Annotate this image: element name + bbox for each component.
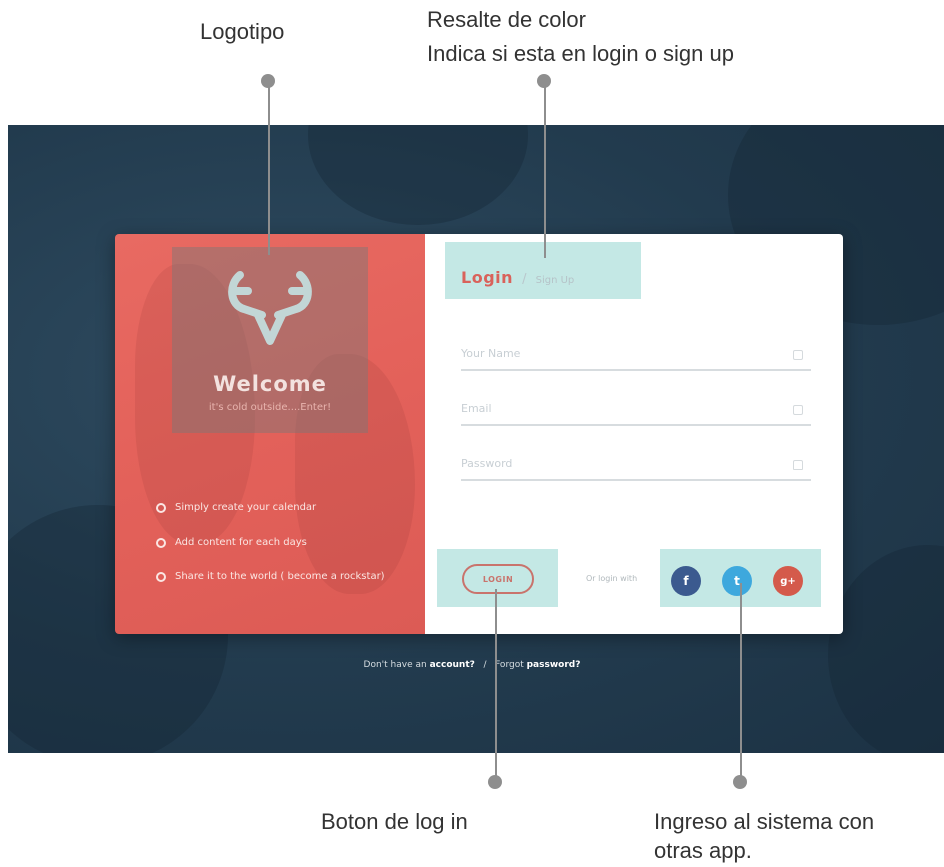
- login-button[interactable]: LOGIN: [462, 564, 534, 594]
- annotation-leader-line: [268, 80, 270, 255]
- feature-item: Share it to the world ( become a rocksta…: [156, 571, 385, 582]
- deer-antler-logo-icon: [228, 271, 312, 345]
- feature-text: Add content for each days: [175, 537, 307, 548]
- envelope-icon: [793, 405, 803, 415]
- name-field[interactable]: Your Name: [461, 347, 811, 371]
- tab-signup[interactable]: Sign Up: [536, 275, 575, 286]
- annotation-leader-line: [544, 80, 546, 258]
- forgot-text: Forgot: [495, 660, 524, 670]
- annotation-social-label-line1: Ingreso al sistema con: [654, 809, 875, 834]
- circle-bullet-icon: [156, 571, 166, 582]
- feature-item: Add content for each days: [156, 537, 307, 548]
- footer-separator: /: [483, 660, 487, 670]
- circle-bullet-icon: [156, 502, 166, 513]
- email-field[interactable]: Email: [461, 402, 811, 426]
- tab-login[interactable]: Login: [461, 268, 513, 287]
- annotation-dot: [488, 775, 502, 789]
- feature-text: Share it to the world ( become a rocksta…: [175, 571, 385, 582]
- welcome-heading: Welcome: [213, 372, 327, 396]
- account-link[interactable]: account?: [430, 660, 475, 670]
- welcome-tagline: it's cold outside....Enter!: [208, 402, 332, 413]
- facebook-login-button[interactable]: f: [671, 566, 701, 596]
- google-plus-login-button[interactable]: g+: [773, 566, 803, 596]
- twitter-login-button[interactable]: t: [722, 566, 752, 596]
- annotation-dot: [733, 775, 747, 789]
- annotation-login-button-label: Boton de log in: [321, 809, 468, 834]
- annotation-leader-line: [495, 589, 497, 782]
- twitter-icon: t: [734, 574, 740, 588]
- password-placeholder: Password: [461, 457, 513, 470]
- auth-tabs: Login / Sign Up: [461, 268, 574, 287]
- feature-text: Simply create your calendar: [175, 502, 317, 513]
- circle-bullet-icon: [156, 537, 166, 548]
- lock-icon: [793, 460, 803, 470]
- annotation-highlight-label-line1: Resalte de color: [427, 7, 586, 32]
- or-login-with-text: Or login with: [586, 574, 638, 583]
- footer-links: Don't have an account? / Forgot password…: [0, 660, 944, 670]
- footer-prefix: Don't have an: [363, 660, 427, 670]
- tab-separator: /: [522, 272, 527, 287]
- annotation-logo-label: Logotipo: [200, 19, 285, 44]
- annotation-leader-line: [740, 583, 742, 782]
- google-plus-icon: g+: [780, 575, 796, 587]
- annotation-highlight-label-line2: Indica si esta en login o sign up: [427, 41, 734, 66]
- email-placeholder: Email: [461, 402, 492, 415]
- name-placeholder: Your Name: [461, 347, 521, 360]
- feature-item: Simply create your calendar: [156, 502, 316, 513]
- user-icon: [793, 350, 803, 360]
- password-field[interactable]: Password: [461, 457, 811, 481]
- facebook-icon: f: [683, 574, 689, 588]
- forgot-password-link[interactable]: password?: [527, 660, 581, 670]
- annotation-social-label-line2: otras app.: [654, 838, 752, 863]
